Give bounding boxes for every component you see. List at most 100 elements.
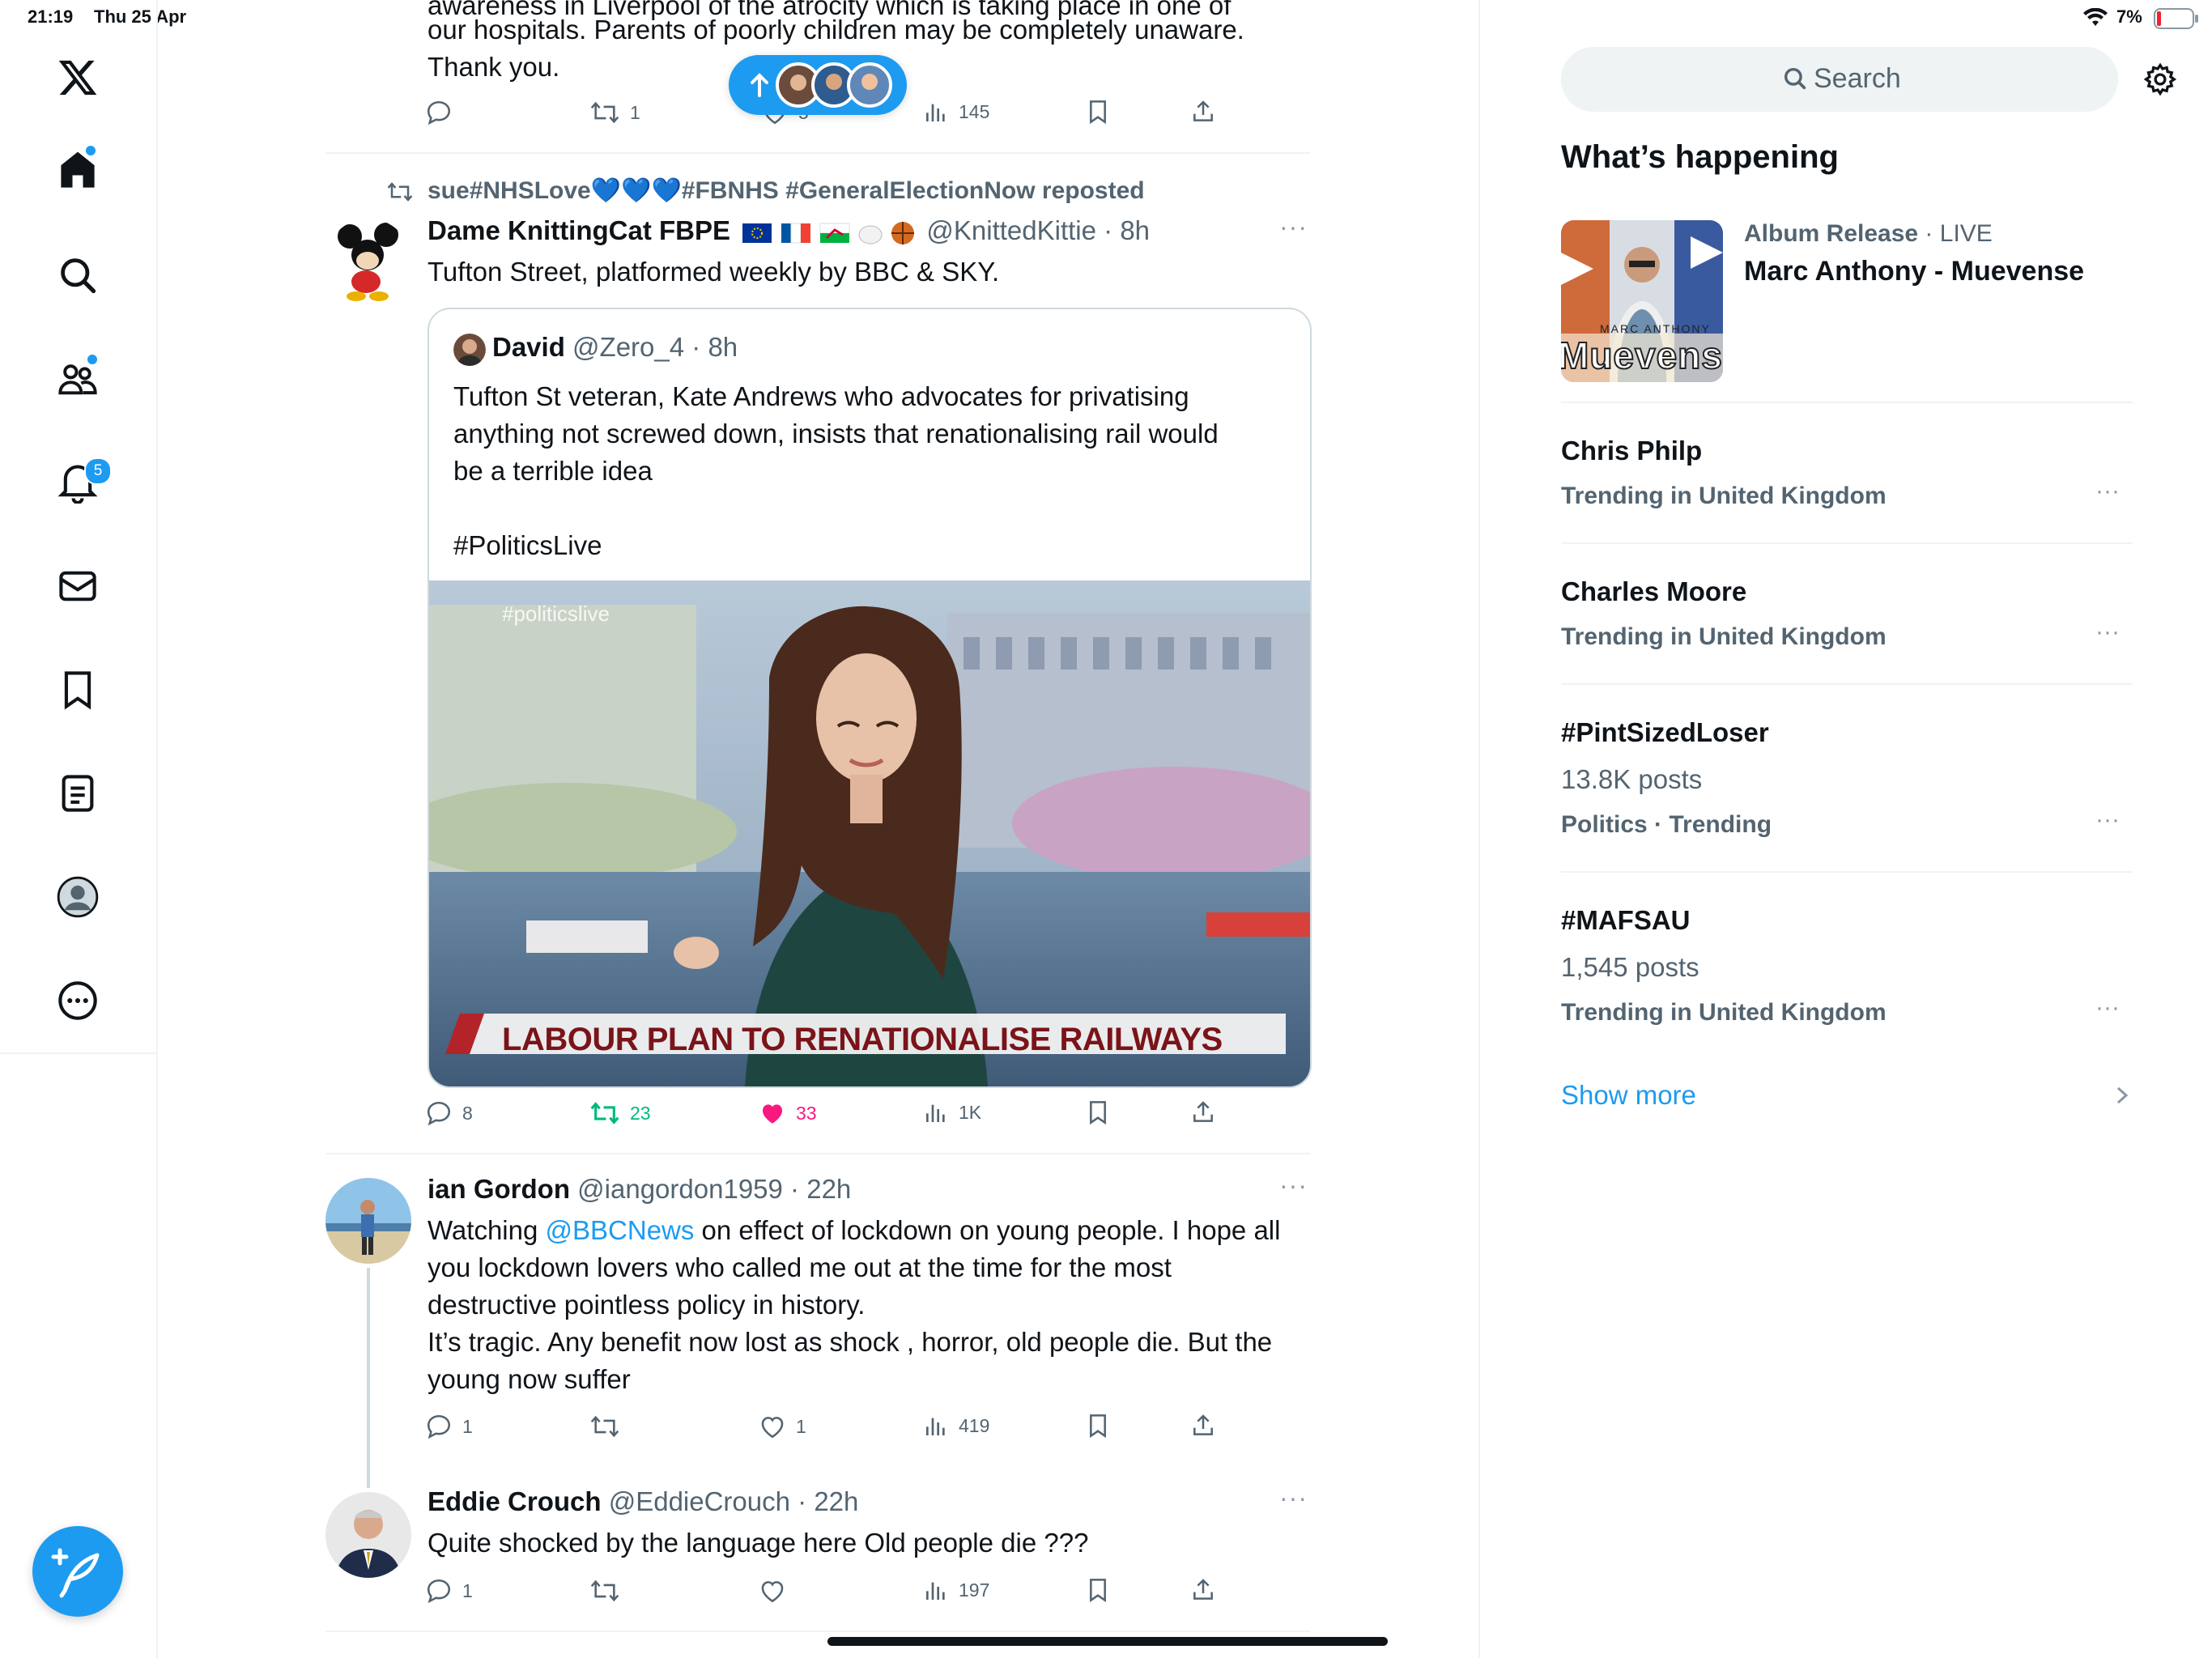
trend-more-icon[interactable]: ··· <box>2095 806 2120 834</box>
post-separator <box>325 1630 1310 1632</box>
quote-time: 8h <box>708 332 738 362</box>
like-count: 33 <box>796 1102 817 1124</box>
views-button[interactable]: 197 <box>923 1577 989 1603</box>
views-icon <box>926 104 945 121</box>
trend-name[interactable]: Charles Moore <box>1561 576 1746 607</box>
post3-author-name[interactable]: Eddie Crouch <box>428 1486 602 1516</box>
reply-count: 1 <box>462 1415 473 1437</box>
media-tag: #politicslive <box>502 602 610 626</box>
repost-icon <box>386 180 414 204</box>
bookmark-button[interactable] <box>1085 99 1111 125</box>
post1-more-icon[interactable]: ··· <box>1279 212 1308 242</box>
post2-handle[interactable]: @iangordon1959 <box>577 1174 783 1204</box>
views-button[interactable]: 419 <box>923 1413 989 1439</box>
retweet-button[interactable] <box>589 1577 620 1605</box>
search-icon[interactable] <box>57 254 99 296</box>
like-button[interactable]: 1 <box>759 1413 806 1440</box>
share-button[interactable] <box>1190 1577 1216 1603</box>
reply-button[interactable]: 8 <box>425 1099 473 1127</box>
lists-icon[interactable] <box>57 772 99 814</box>
post2-text-line4: It’s tragic. Any benefit now lost as sho… <box>428 1327 1273 1357</box>
search-placeholder: Search <box>1814 63 1901 94</box>
post1-actions: 8 23 33 1K <box>425 1099 1235 1132</box>
post3-handle[interactable]: @EddieCrouch <box>609 1486 790 1516</box>
column-divider <box>1478 0 1480 1658</box>
post2-time[interactable]: 22h <box>806 1174 851 1204</box>
views-icon <box>926 1418 945 1435</box>
trend-post-count: 1,545 posts <box>1561 952 1699 982</box>
repost-label[interactable]: sue#NHSLove💙💙💙#FBNHS #GeneralElectionNow… <box>428 176 1145 205</box>
share-button[interactable] <box>1190 1099 1216 1125</box>
post2-author-name[interactable]: ian Gordon <box>428 1174 570 1204</box>
bookmark-button[interactable] <box>1085 1099 1111 1125</box>
trend-more-icon[interactable]: ··· <box>2095 478 2120 505</box>
top-post-text-line2: Thank you. <box>428 52 560 82</box>
views-count: 197 <box>959 1579 990 1601</box>
post3-text: Quite shocked by the language here Old p… <box>428 1528 1089 1558</box>
quote-media-video[interactable]: #politicslive LABOUR PLAN TO RENATIONALI… <box>429 580 1310 1086</box>
communities-icon[interactable] <box>57 353 99 400</box>
like-count: 1 <box>796 1415 806 1437</box>
share-icon <box>1193 1579 1213 1600</box>
bookmark-button[interactable] <box>1085 1413 1111 1439</box>
wifi-icon <box>2082 8 2108 28</box>
post1-author-name[interactable]: Dame KnittingCat FBPE <box>428 215 730 245</box>
share-icon <box>1193 1101 1213 1122</box>
trend-name[interactable]: #PintSizedLoser <box>1561 717 1769 748</box>
reply-icon <box>427 1579 451 1604</box>
post3-time[interactable]: 22h <box>814 1486 858 1516</box>
post1-avatar[interactable] <box>325 219 411 304</box>
x-logo-icon[interactable] <box>57 57 99 99</box>
like-button[interactable] <box>759 1577 786 1605</box>
show-more-link[interactable]: Show more <box>1561 1080 1696 1111</box>
post3-more-icon[interactable]: ··· <box>1279 1483 1308 1513</box>
share-button[interactable] <box>1190 99 1216 125</box>
post2-text-line1: Watching @BBCNews on effect of lockdown … <box>428 1215 1281 1245</box>
new-posts-pill[interactable] <box>729 55 907 115</box>
trend-separator <box>1561 871 2133 873</box>
home-icon[interactable] <box>57 144 99 191</box>
bookmark-button[interactable] <box>1085 1577 1111 1603</box>
compose-post-button[interactable] <box>32 1526 123 1617</box>
share-icon <box>1193 1414 1213 1435</box>
quote-hashtag[interactable]: #PoliticsLive <box>453 527 602 564</box>
bookmarks-icon[interactable] <box>57 669 99 711</box>
album-cover-image[interactable]: MARC ANTHONY Muevense <box>1561 220 1723 382</box>
like-button[interactable]: 33 <box>759 1099 817 1127</box>
share-button[interactable] <box>1190 1413 1216 1439</box>
post2-avatar[interactable] <box>325 1178 411 1264</box>
retweet-icon <box>590 1579 619 1602</box>
reply-icon <box>427 1414 451 1439</box>
post2-more-icon[interactable]: ··· <box>1279 1171 1308 1201</box>
trend-name[interactable]: Chris Philp <box>1561 436 1702 466</box>
retweet-button[interactable]: 1 <box>589 99 640 126</box>
nav-divider <box>0 1052 156 1054</box>
reply-button[interactable]: 1 <box>425 1413 473 1440</box>
trend-context: Trending in United Kingdom <box>1561 623 1887 650</box>
quote-author-name: David <box>492 332 565 362</box>
retweet-button[interactable] <box>589 1413 620 1440</box>
more-options-icon[interactable] <box>57 980 99 1022</box>
views-button[interactable]: 145 <box>923 99 989 125</box>
messages-icon[interactable] <box>57 565 99 607</box>
post1-handle[interactable]: @KnittedKittie <box>926 215 1096 245</box>
profile-avatar-icon[interactable] <box>57 876 99 918</box>
retweet-button[interactable]: 23 <box>589 1099 651 1127</box>
views-count: 419 <box>959 1414 990 1436</box>
trend-more-icon[interactable]: ··· <box>2095 994 2120 1022</box>
search-bar[interactable]: Search <box>1561 47 2118 112</box>
post1-time[interactable]: 8h <box>1120 215 1150 245</box>
views-button[interactable]: 1K <box>923 1099 981 1125</box>
post3-avatar[interactable] <box>325 1492 411 1578</box>
views-icon <box>926 1582 945 1600</box>
reply-button[interactable] <box>425 99 453 126</box>
trend-more-icon[interactable]: ··· <box>2095 619 2120 646</box>
trend-name[interactable]: #MAFSAU <box>1561 905 1691 936</box>
album-title[interactable]: Marc Anthony - Muevense <box>1744 256 2084 287</box>
reply-count: 1 <box>462 1579 473 1601</box>
settings-gear-icon[interactable] <box>2142 62 2178 97</box>
quote-avatar[interactable] <box>453 334 486 366</box>
reply-button[interactable]: 1 <box>425 1577 473 1605</box>
mention-link[interactable]: @BBCNews <box>546 1215 695 1245</box>
quoted-post-card[interactable]: David @Zero_4 · 8h Tufton St veteran, Ka… <box>428 308 1312 1088</box>
